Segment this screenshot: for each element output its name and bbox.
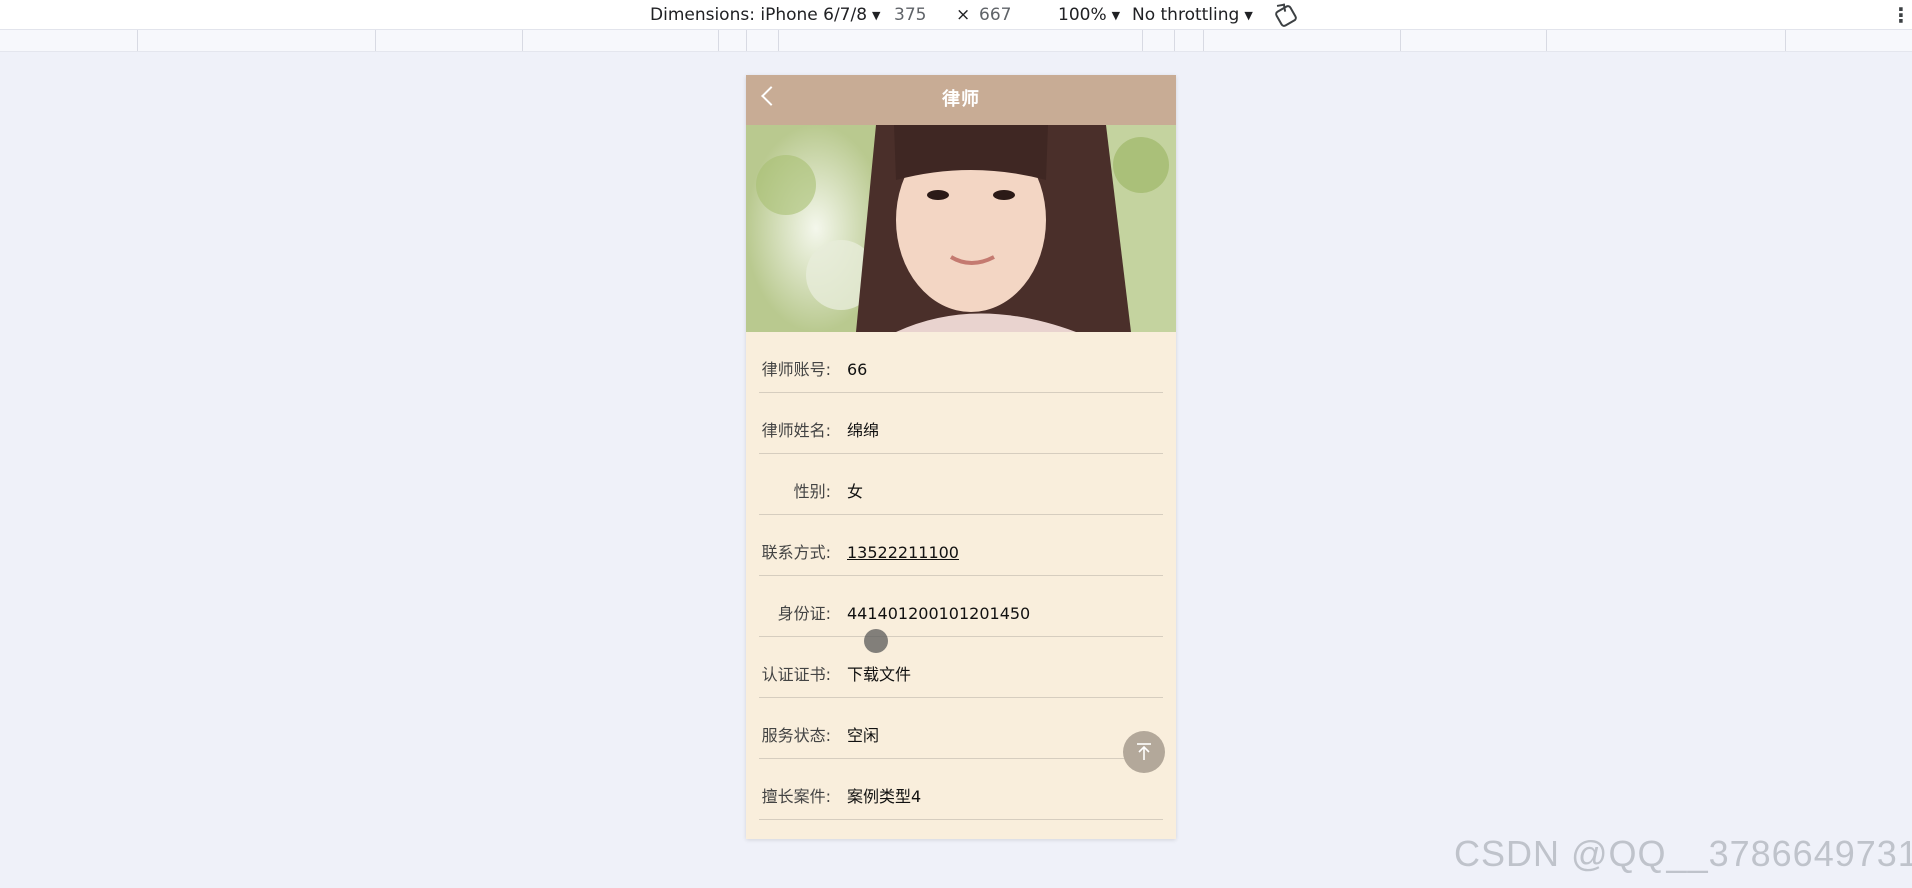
ruler-divider <box>137 30 138 51</box>
lawyer-photo <box>746 125 1176 332</box>
mobile-viewport: 律师 律师账号: 66 律师姓名: 绵绵 性别: 女 联系方式: 1352221… <box>746 75 1176 839</box>
ruler-divider <box>1546 30 1547 51</box>
height-input[interactable]: 667 <box>979 4 1011 26</box>
ruler-divider <box>375 30 376 51</box>
device-label: Dimensions: iPhone 6/7/8 <box>650 5 868 25</box>
field-row-name: 律师姓名: 绵绵 <box>759 393 1163 454</box>
ruler-divider <box>1142 30 1143 51</box>
watermark: CSDN @QQ__3786649731 <box>1454 833 1912 874</box>
dimension-separator: × <box>956 5 971 25</box>
ruler-divider <box>1203 30 1204 51</box>
caret-down-icon: ▼ <box>1244 9 1253 22</box>
media-query-ruler <box>0 30 1912 52</box>
throttling-label: No throttling <box>1132 5 1240 25</box>
field-label: 擅长案件: <box>761 787 831 806</box>
back-to-top-button[interactable] <box>1123 731 1165 773</box>
field-row-account: 律师账号: 66 <box>759 332 1163 393</box>
ruler-divider <box>1785 30 1786 51</box>
ruler-divider <box>522 30 523 51</box>
page-title: 律师 <box>942 89 980 110</box>
ruler-divider <box>778 30 779 51</box>
touch-cursor <box>864 629 888 653</box>
caret-down-icon: ▼ <box>1111 9 1121 22</box>
zoom-label: 100% <box>1058 5 1107 25</box>
lawyer-info-list: 律师账号: 66 律师姓名: 绵绵 性别: 女 联系方式: 1352221110… <box>746 332 1176 820</box>
rotate-icon <box>1273 3 1299 29</box>
device-selector[interactable]: Dimensions: iPhone 6/7/8 ▼ <box>650 4 881 26</box>
field-row-certificate: 认证证书: 下载文件 <box>759 637 1163 698</box>
field-row-gender: 性别: 女 <box>759 454 1163 515</box>
caret-down-icon: ▼ <box>872 9 881 22</box>
field-row-specialty: 擅长案件: 案例类型4 <box>759 759 1163 820</box>
throttling-selector[interactable]: No throttling ▼ <box>1132 4 1253 26</box>
field-row-id-card: 身份证: 441401200101201450 <box>759 576 1163 637</box>
ruler-divider <box>746 30 747 51</box>
ruler-divider <box>1400 30 1401 51</box>
top-bar: 律师 <box>746 75 1176 125</box>
ruler-divider <box>1174 30 1175 51</box>
field-value: 案例类型4 <box>847 787 922 806</box>
rotate-button[interactable] <box>1273 3 1299 29</box>
width-input[interactable]: 375 <box>894 4 926 26</box>
ruler-divider <box>718 30 719 51</box>
kebab-menu-icon[interactable]: ⋮ <box>1891 4 1911 26</box>
devtools-device-toolbar: Dimensions: iPhone 6/7/8 ▼ 375 × 667 100%… <box>0 0 1912 30</box>
field-row-phone: 联系方式: 13522211100 <box>759 515 1163 576</box>
field-row-service-status: 服务状态: 空闲 <box>759 698 1163 759</box>
zoom-selector[interactable]: 100% ▼ <box>1058 4 1120 26</box>
arrow-up-to-top-icon <box>1137 743 1151 760</box>
